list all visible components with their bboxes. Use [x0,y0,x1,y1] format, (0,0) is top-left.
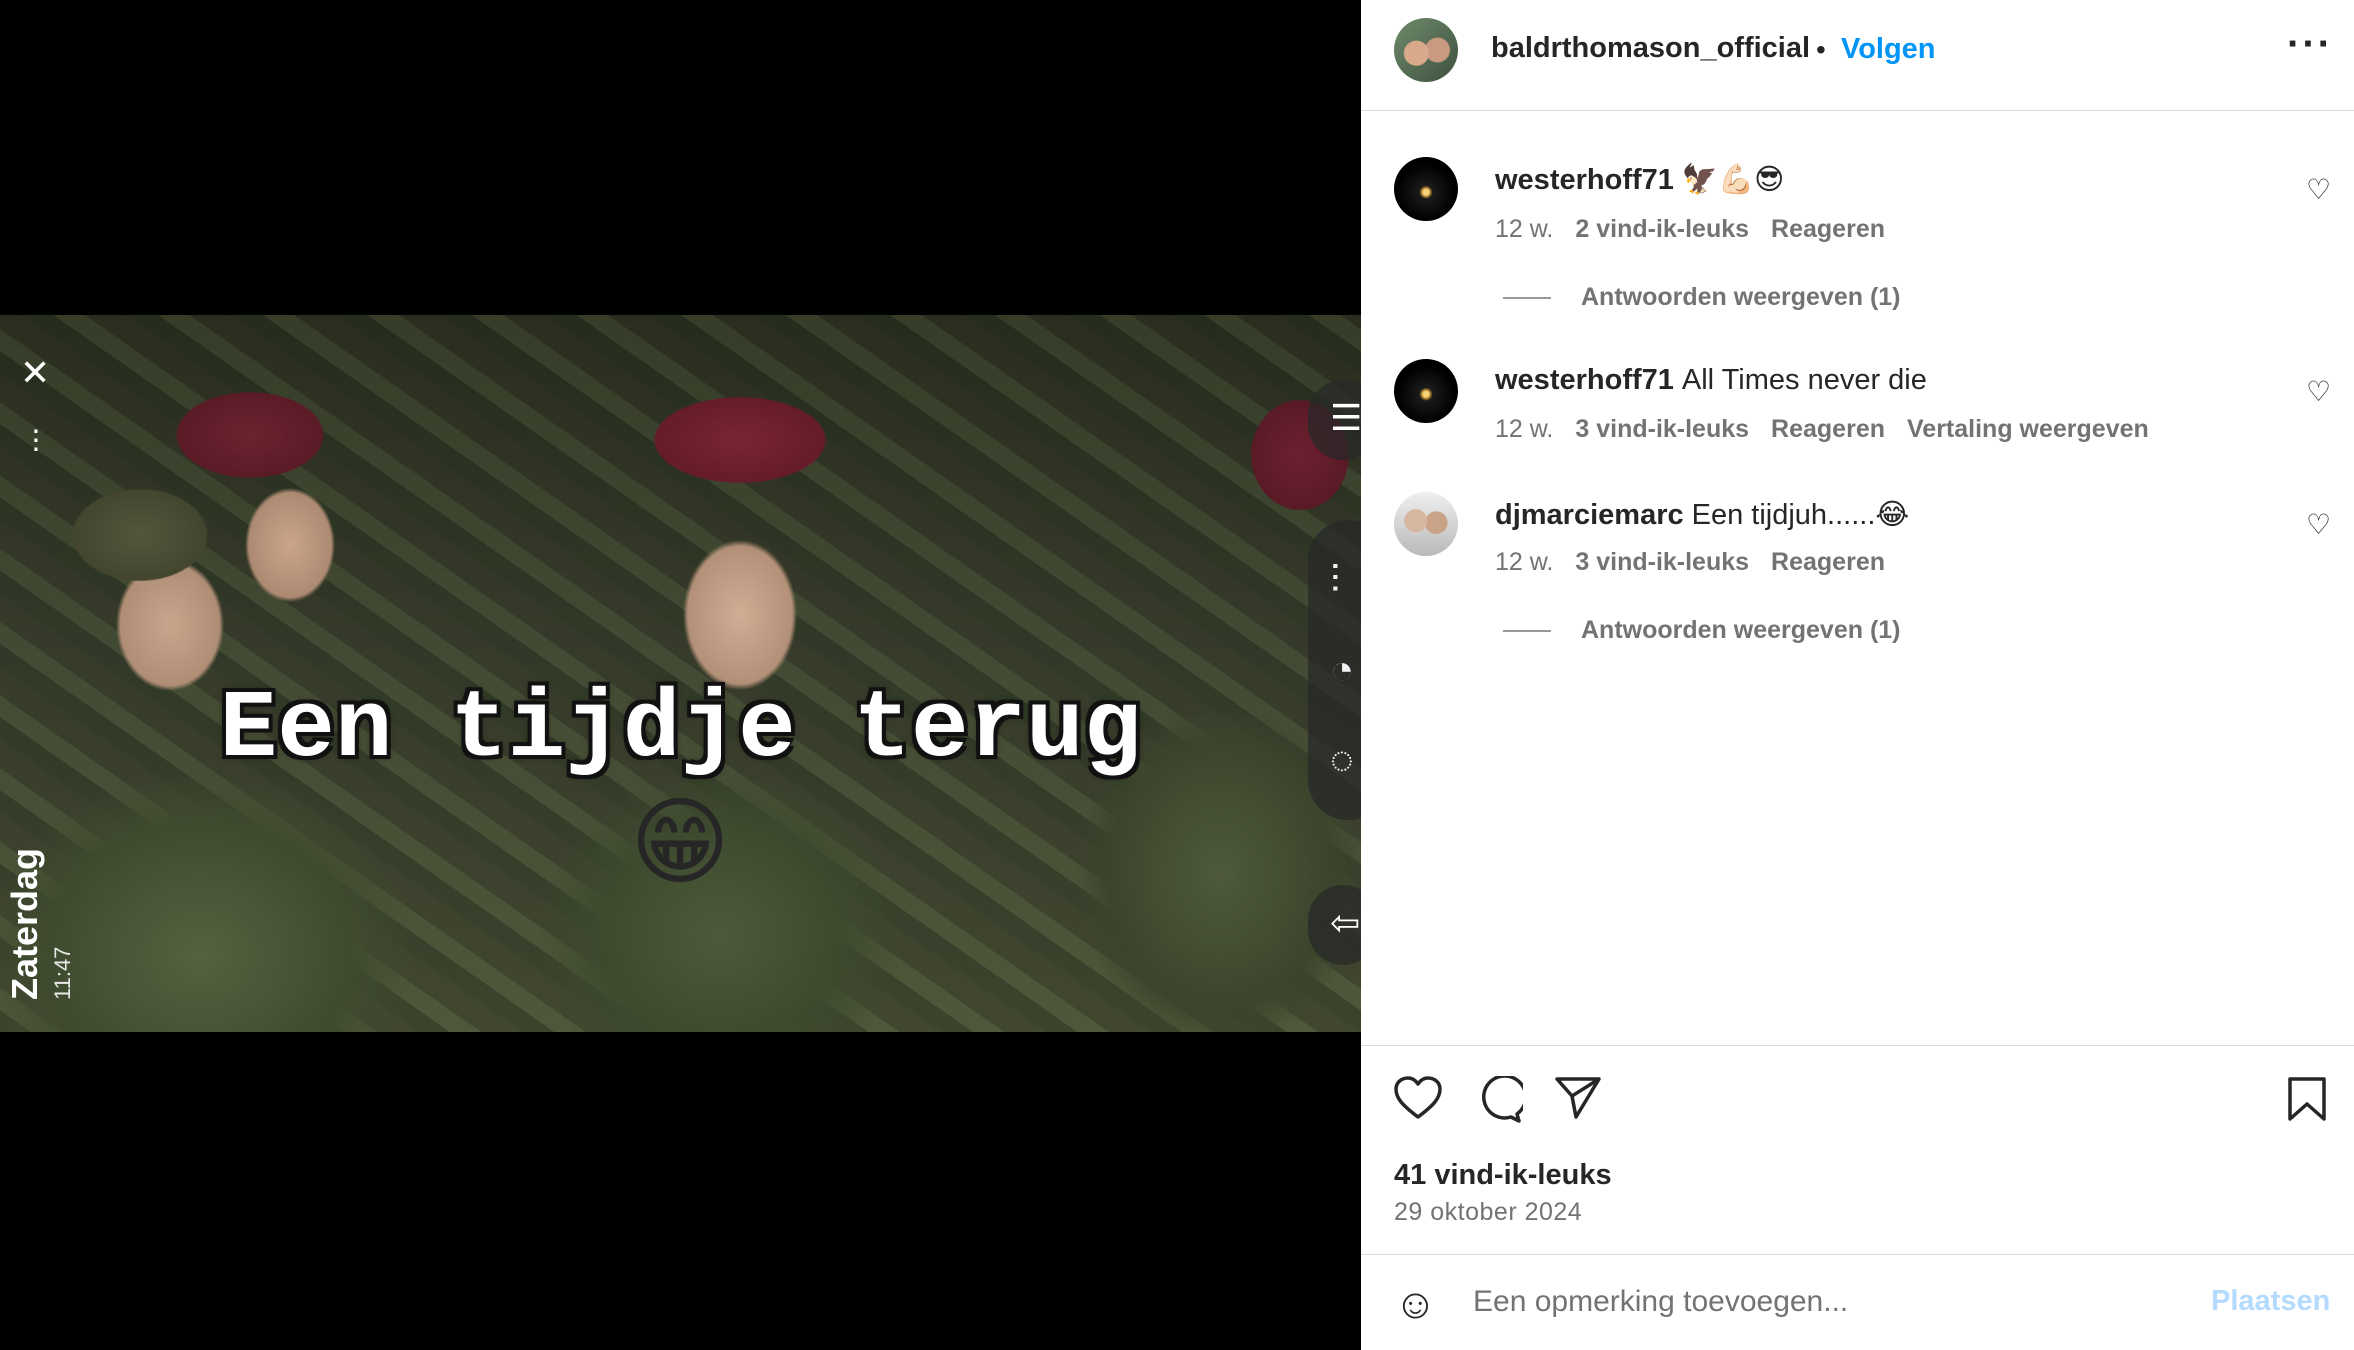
comment-username[interactable]: westerhoff71 [1495,164,1674,196]
chat-bubble-icon[interactable]: ◌ [1330,740,1354,780]
view-replies-button[interactable]: Antwoorden weergeven (1) [1503,283,1901,312]
sticker-icon[interactable]: ◔ [1330,650,1354,690]
replies-divider [1503,297,1551,300]
comment-username[interactable]: djmarciemarc [1495,499,1684,531]
like-comment-heart-icon[interactable]: ♡ [2306,173,2331,206]
like-comment-heart-icon[interactable]: ♡ [2306,508,2331,541]
post-header: baldrthomason_official • Volgen ··· [1361,0,2354,111]
follow-button[interactable]: Volgen [1841,33,1936,66]
emoji-picker-icon[interactable]: ☺ [1394,1283,1437,1325]
comment-username[interactable]: westerhoff71 [1495,364,1674,396]
more-horizontal-icon[interactable]: ··· [2287,22,2333,67]
caption-tool-icon[interactable]: ☰ [1308,380,1361,460]
media-viewer: Een tijdje terug 😁 ✕ · · · Zaterdag 11:47 … [0,0,1361,1350]
owner-username[interactable]: baldrthomason_official [1491,32,1810,65]
comment-likes[interactable]: 3 vind-ik-leuks [1575,548,1749,576]
vertical-dots-icon[interactable]: · · · [26,413,46,463]
replies-divider [1503,630,1551,633]
share-send-icon[interactable] [1554,1076,1602,1125]
commenter-avatar[interactable] [1394,359,1458,423]
reply-button[interactable]: Reageren [1771,215,1885,243]
comment-age[interactable]: 12 w. [1495,548,1553,576]
story-caption-emoji: 😁 [629,789,731,896]
post-date: 29 oktober 2024 [1394,1198,1583,1226]
comment-text: 🦅💪🏻😎 [1681,164,1785,196]
story-tool-rail: ⫶ ◔ ◌ [1308,520,1361,820]
like-heart-icon[interactable] [1394,1076,1442,1125]
story-caption: Een tijdje terug [219,675,1142,784]
header-separator: • [1816,34,1826,65]
close-icon[interactable]: ✕ [20,355,50,391]
owner-avatar[interactable] [1394,18,1458,82]
story-day-label: Zaterdag [4,847,45,1000]
comment-likes[interactable]: 3 vind-ik-leuks [1575,415,1749,443]
story-photo: Een tijdje terug 😁 [0,315,1361,1032]
comment-composer: ☺ Plaatsen [1361,1254,2354,1350]
comment-age[interactable]: 12 w. [1495,415,1553,443]
story-time-label: 11:47 [50,946,75,1000]
translate-button[interactable]: Vertaling weergeven [1907,415,2149,443]
reply-button[interactable]: Reageren [1771,415,1885,443]
save-bookmark-icon[interactable] [2287,1076,2327,1127]
exit-icon[interactable]: ⇦ [1308,885,1361,965]
sliders-icon[interactable]: ⫶ [1330,560,1340,600]
commenter-avatar[interactable] [1394,492,1458,556]
reply-button[interactable]: Reageren [1771,548,1885,576]
post-actions: 41 vind-ik-leuks 29 oktober 2024 [1361,1045,2354,1255]
comment-age[interactable]: 12 w. [1495,215,1553,243]
post-likes-count[interactable]: 41 vind-ik-leuks [1394,1159,1612,1192]
post-comment-button[interactable]: Plaatsen [2211,1285,2330,1318]
comment-likes[interactable]: 2 vind-ik-leuks [1575,215,1749,243]
commenter-avatar[interactable] [1394,157,1458,221]
comment-bubble-icon[interactable] [1475,1074,1528,1129]
post-panel: baldrthomason_official • Volgen ··· west… [1361,0,2354,1350]
comment-text: Een tijdjuh......😂 [1691,499,1910,531]
view-replies-button[interactable]: Antwoorden weergeven (1) [1503,616,1901,645]
comment-input[interactable] [1473,1277,2173,1327]
like-comment-heart-icon[interactable]: ♡ [2306,375,2331,408]
comment-text: All Times never die [1681,364,1927,396]
